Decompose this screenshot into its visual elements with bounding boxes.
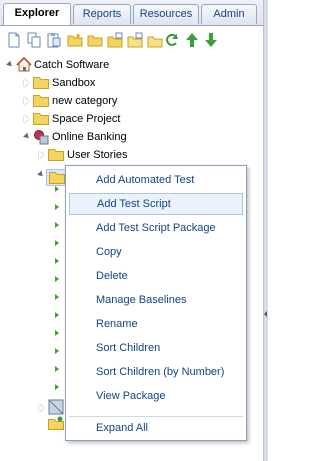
child-expand-icon[interactable] [55,312,59,318]
tree-node-root[interactable]: Catch Software [0,56,200,74]
expand-arrow-icon[interactable] [37,170,45,179]
tree-node-new-category[interactable]: new category [0,92,200,110]
move-down-icon[interactable] [203,32,219,48]
panel-splitter[interactable] [263,0,268,461]
child-expand-icon[interactable] [55,294,59,300]
move-up-icon[interactable] [184,32,200,48]
menu-item-add-test-script-package[interactable]: Add Test Script Package [69,217,243,239]
child-expand-icon[interactable] [55,330,59,336]
refresh-icon[interactable] [164,32,180,48]
child-expand-icon[interactable] [55,348,59,354]
folder-move-icon[interactable] [107,32,123,48]
new-document-icon[interactable] [6,32,22,48]
child-expand-icon[interactable] [55,222,59,228]
child-expand-icon[interactable] [55,240,59,246]
collapse-arrow-icon[interactable] [24,97,29,105]
menu-item-sort-children[interactable]: Sort Children [69,337,243,359]
menu-item-manage-baselines[interactable]: Manage Baselines [69,289,243,311]
folder-icon [33,113,49,125]
tab-admin[interactable]: Admin [201,4,257,24]
paste-icon[interactable] [46,32,62,48]
folder-open-icon[interactable] [87,32,103,48]
tab-resources[interactable]: Resources [133,4,199,24]
folder-icon [33,95,49,107]
package-icon [48,399,64,415]
menu-item-copy[interactable]: Copy [69,241,243,263]
menu-item-add-automated-test[interactable]: Add Automated Test [69,169,243,191]
collapse-arrow-icon[interactable] [39,404,44,412]
new-folder-icon [48,416,64,430]
tree-label: Sandbox [52,77,96,89]
folder-icon [33,77,49,89]
child-expand-icon[interactable] [55,276,59,282]
tree-node-user-stories[interactable]: User Stories [0,146,200,164]
tab-reports[interactable]: Reports [73,4,131,24]
tab-bar: Explorer Reports Resources Admin [0,0,267,26]
tree-node-space-project[interactable]: Space Project [0,110,200,128]
menu-item-sort-children-by-number[interactable]: Sort Children (by Number) [69,361,243,383]
menu-item-add-test-script[interactable]: Add Test Script [69,193,243,215]
menu-item-delete[interactable]: Delete [69,265,243,287]
tree-label: User Stories [67,149,128,161]
tree-label: Catch Software [34,59,110,71]
toolbar [0,26,267,54]
collapse-arrow-icon[interactable] [24,79,29,87]
folder-icon [49,172,65,184]
child-expand-icon[interactable] [55,204,59,210]
child-expand-icon[interactable] [55,366,59,372]
tab-explorer[interactable]: Explorer [3,3,71,25]
child-expand-icon[interactable] [55,384,59,390]
tree-node-online-banking[interactable]: Online Banking [0,128,200,146]
expand-arrow-icon[interactable] [23,132,31,141]
copy-icon[interactable] [26,32,42,48]
menu-item-expand-all[interactable]: Expand All [69,417,243,439]
collapse-arrow-icon[interactable] [39,151,44,159]
collapse-panel-icon[interactable] [264,311,267,317]
menu-item-view-package[interactable]: View Package [69,385,243,407]
collapse-arrow-icon[interactable] [24,115,29,123]
folder-icon [48,149,64,161]
tree-label: Space Project [52,113,121,125]
tree-label: Online Banking [52,131,127,143]
project-icon [34,130,49,145]
child-expand-icon[interactable] [55,258,59,264]
new-folder-icon[interactable] [67,32,83,48]
folder-copy-icon[interactable] [127,32,143,48]
menu-item-rename[interactable]: Rename [69,313,243,335]
folder-paste-icon[interactable] [147,32,163,48]
context-menu: Add Automated Test Add Test Script Add T… [65,165,247,441]
expand-arrow-icon[interactable] [6,60,14,69]
child-expand-icon[interactable] [55,186,59,192]
tree-label: new category [52,95,118,107]
home-icon [16,57,32,72]
tree-node-sandbox[interactable]: Sandbox [0,74,200,92]
